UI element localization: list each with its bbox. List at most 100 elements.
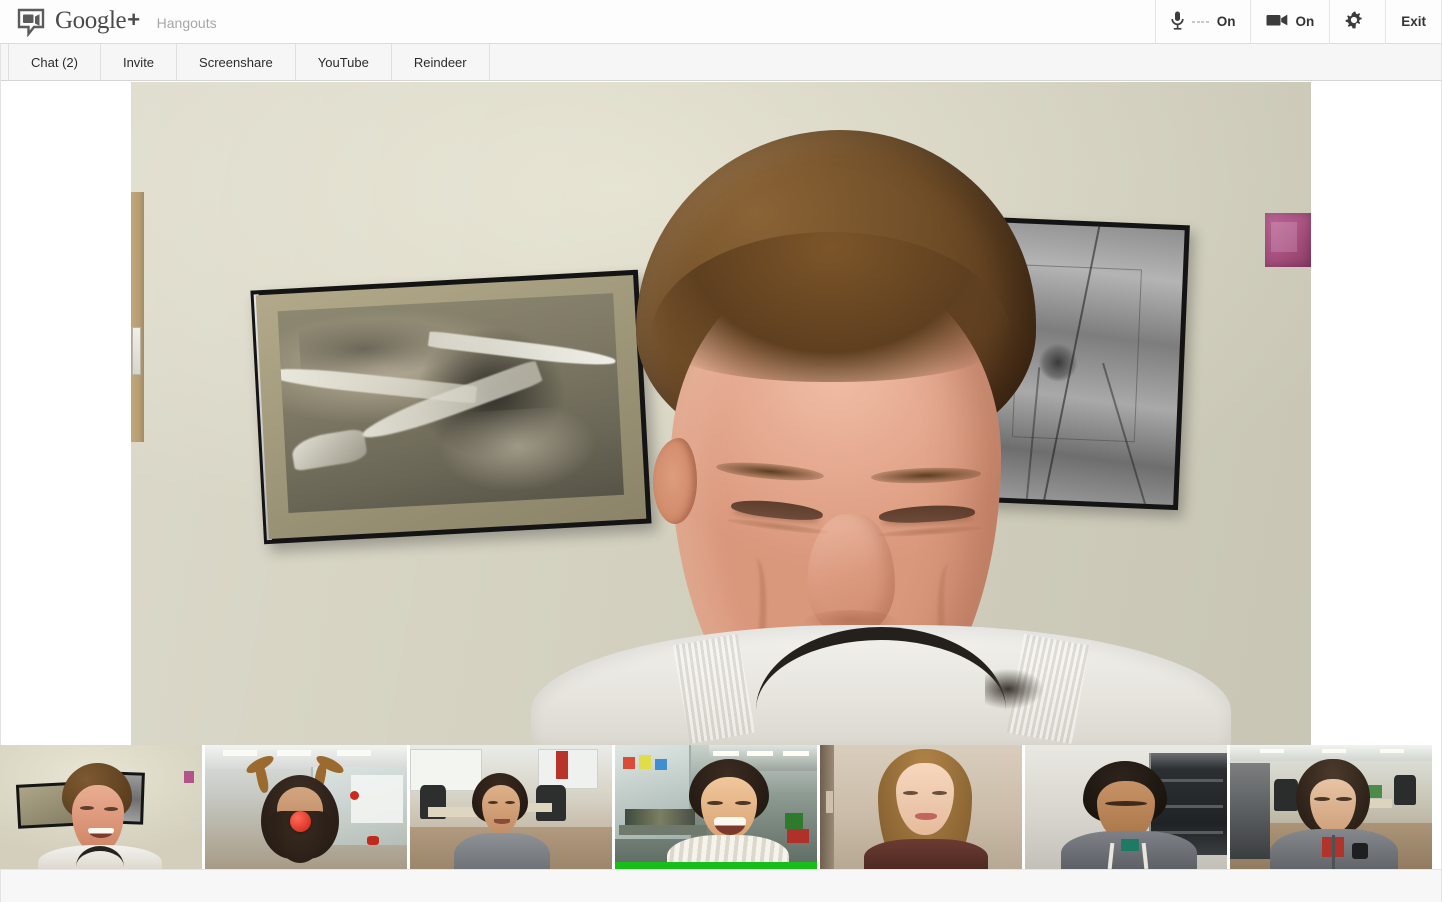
nav-item-screenshare-label: Screenshare — [199, 54, 273, 70]
thumbnail-5-scene — [820, 745, 1022, 869]
thumbnail-4-scene — [615, 745, 817, 869]
exit-button[interactable]: Exit — [1385, 0, 1442, 44]
microphone-icon — [1171, 11, 1184, 33]
thumb7-chair-1 — [1274, 779, 1298, 811]
thumbnail-3-scene — [410, 745, 612, 869]
thumb3-eye-right — [505, 801, 515, 804]
google-text: Google — [55, 7, 127, 34]
thumbnail-participant-1[interactable] — [0, 745, 202, 869]
camera-state-label: On — [1295, 14, 1315, 29]
thumb4-eye-right — [735, 801, 751, 805]
thumb2-ceiling-light-2 — [277, 750, 311, 756]
thumb6-eyebrows — [1105, 801, 1147, 806]
main-video-feed[interactable] — [131, 82, 1311, 745]
plus-sign: + — [127, 7, 140, 32]
thumb7-light-1 — [1260, 749, 1284, 753]
thumb5-eye-right — [932, 791, 947, 795]
thumbnail-6-scene — [1025, 745, 1227, 869]
thumb2-red-nose — [290, 811, 311, 832]
nav-item-invite[interactable]: Invite — [101, 44, 178, 80]
settings-button[interactable] — [1329, 0, 1385, 44]
thumb3-mouth — [494, 819, 510, 824]
thumbnail-1-scene — [0, 745, 202, 869]
microphone-state-label: On — [1216, 14, 1236, 29]
thumb1-sweater — [38, 845, 162, 869]
nav-item-screenshare[interactable]: Screenshare — [177, 44, 296, 80]
thumb4-eye-left — [707, 801, 723, 805]
thumb2-ceiling-light-1 — [223, 750, 257, 756]
thumb5-wall-detail — [826, 791, 833, 813]
video-camera-icon — [1266, 13, 1288, 30]
thumb2-red-object-2 — [367, 836, 379, 845]
thumb3-red-object — [556, 751, 568, 779]
thumb3-whiteboard-right — [538, 749, 598, 789]
nav-item-reindeer-label: Reindeer — [413, 54, 467, 70]
white-sweater — [531, 625, 1231, 745]
thumb3-gray-shirt — [454, 833, 550, 869]
thumb4-bench — [619, 825, 707, 835]
thumbnail-participant-3[interactable] — [410, 745, 612, 869]
thumb4-sticky-note-red — [623, 757, 635, 769]
thumb3-whiteboard-left — [410, 749, 482, 791]
thumb4-bench-clutter — [625, 809, 695, 825]
thumb7-hoodie-zipper — [1332, 835, 1335, 869]
hangouts-video-bubble-icon — [16, 7, 46, 37]
thumb4-green-object — [785, 813, 803, 829]
hangout-apps-nav: Chat (2) Invite Screenshare YouTube Rein… — [0, 44, 1442, 81]
thumb7-shelving — [1230, 763, 1270, 859]
participant-filmstrip — [0, 745, 1442, 869]
nav-item-reindeer[interactable]: Reindeer — [392, 44, 490, 80]
gear-icon — [1345, 11, 1363, 32]
product-label: Hangouts — [156, 14, 217, 31]
ear — [653, 438, 697, 524]
google-wordmark: Google+ — [55, 7, 140, 34]
thumb7-badge — [1352, 843, 1368, 859]
thumb7-eyebrow-right — [1336, 797, 1352, 801]
nav-item-youtube[interactable]: YouTube — [296, 44, 392, 80]
exit-label: Exit — [1401, 14, 1426, 29]
thumb5-top — [864, 839, 988, 869]
nav-item-youtube-label: YouTube — [317, 54, 369, 70]
main-participant — [131, 82, 1311, 745]
thumb4-light-1 — [783, 751, 809, 756]
thumb6-teal-shirt — [1121, 839, 1139, 851]
nav-item-chat-label: Chat (2) — [31, 54, 78, 70]
thumb4-light-3 — [713, 751, 739, 756]
thumb5-mouth — [915, 813, 937, 820]
thumb7-chair-3 — [1394, 775, 1416, 805]
thumb4-red-object — [787, 829, 809, 843]
top-bar-controls: On On Exit — [1155, 0, 1442, 44]
thumbnail-participant-2[interactable] — [205, 745, 407, 869]
video-stage — [0, 81, 1442, 745]
nav-item-chat[interactable]: Chat (2) — [8, 44, 101, 80]
active-speaker-indicator — [615, 862, 817, 869]
thumbnail-participant-5[interactable] — [820, 745, 1022, 869]
microphone-level-meter — [1192, 17, 1209, 27]
brand[interactable]: Google+ Hangouts — [0, 7, 217, 37]
thumb2-whiteboard — [351, 775, 403, 823]
thumb1-eye-right — [104, 807, 118, 811]
thumbnail-participant-6[interactable] — [1025, 745, 1227, 869]
thumb4-sticky-note-yellow — [639, 755, 651, 769]
shoulder-shadow — [985, 669, 1043, 709]
thumbnail-participant-7[interactable] — [1230, 745, 1432, 869]
nav-item-invite-label: Invite — [122, 54, 155, 70]
window-footer — [0, 869, 1442, 902]
thumb7-eyebrow-left — [1314, 797, 1330, 801]
camera-toggle[interactable]: On — [1250, 0, 1329, 44]
microphone-toggle[interactable]: On — [1155, 0, 1250, 44]
thumb1-poster-sliver — [184, 771, 194, 783]
hangouts-window: Google+ Hangouts On On Exit Chat (2) Inv… — [0, 0, 1442, 902]
thumb2-red-object-1 — [350, 791, 359, 800]
thumbnail-2-scene — [205, 745, 407, 869]
thumb1-eye-left — [80, 806, 94, 810]
top-bar: Google+ Hangouts On On Exit — [0, 0, 1442, 44]
thumbnail-participant-4[interactable] — [615, 745, 817, 869]
thumbnail-7-scene — [1230, 745, 1432, 869]
thumb2-ceiling-light-3 — [337, 750, 371, 756]
thumb6-rack-shelf-1 — [1153, 779, 1223, 782]
thumb3-eye-left — [488, 801, 498, 804]
thumb4-sticky-note-blue — [655, 759, 667, 770]
thumb4-light-2 — [747, 751, 773, 756]
main-feed-scene — [131, 82, 1311, 745]
